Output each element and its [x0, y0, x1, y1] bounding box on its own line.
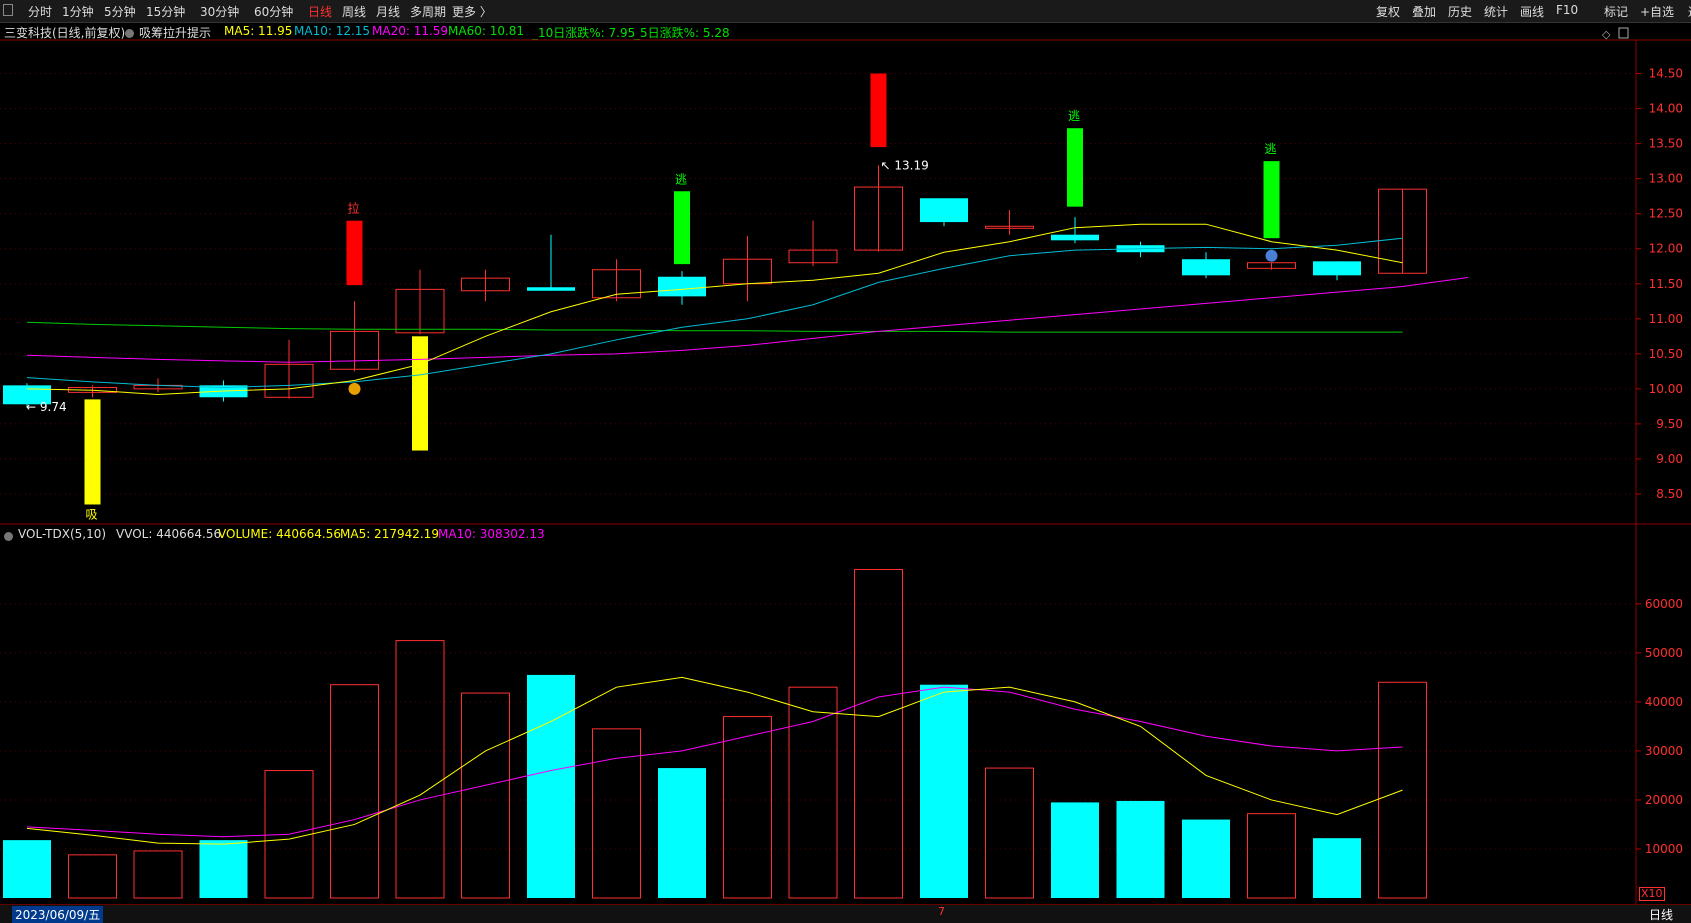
candle-body-down	[1051, 234, 1099, 241]
panel-scroll-icon	[1618, 27, 1629, 39]
volume-bar-down	[1313, 838, 1361, 898]
signal-label: 吸	[85, 507, 97, 521]
candle-body-down	[527, 287, 575, 291]
volume-bar-down	[920, 684, 968, 898]
bottom-bar: 2023/06/09/五 日线	[0, 904, 1691, 923]
volume-bar-up	[133, 850, 183, 899]
price-tick-label: 13.50	[1649, 137, 1683, 151]
volume-bar-down	[658, 768, 706, 898]
vol-tick-label: 40000	[1645, 695, 1683, 709]
signal-bar-pull	[346, 220, 363, 286]
low-price-label: ← 9.74	[26, 400, 67, 414]
money-bag-icon	[348, 382, 361, 395]
volume-bar-down	[3, 840, 51, 898]
vol-ma5-line	[26, 676, 1403, 845]
signal-label: 逃	[1264, 142, 1276, 156]
volume-bar-down	[199, 840, 248, 898]
face-icon	[1265, 249, 1278, 262]
candle-body-down	[1313, 261, 1361, 276]
scale-label[interactable]: X10	[1639, 887, 1665, 901]
high-price-label: ↖ 13.19	[881, 158, 929, 172]
price-tick-label: 9.00	[1656, 452, 1683, 466]
cursor-date: 2023/06/09/五	[12, 906, 104, 923]
volume-bar-up	[788, 686, 838, 899]
signal-bar-escape	[674, 191, 690, 265]
volume-bar-up	[461, 692, 510, 899]
ma60-line	[26, 321, 1403, 333]
vol-tick-label: 50000	[1645, 646, 1683, 660]
signal-label: 逃	[1068, 109, 1080, 123]
vol-tick-label: 20000	[1645, 793, 1683, 807]
price-tick-label: 12.50	[1649, 207, 1683, 221]
volume-bar-up	[985, 767, 1034, 899]
volume-bar-down	[1182, 819, 1230, 898]
volume-bar-up	[68, 854, 117, 899]
signal-bar-buy	[84, 399, 101, 505]
price-tick-label: 11.50	[1649, 277, 1683, 291]
volume-bar-up	[330, 684, 379, 899]
price-tick-label: 14.50	[1649, 67, 1683, 81]
volume-bar-down	[1116, 800, 1165, 898]
signal-label: 拉	[347, 201, 359, 216]
price-tick-label: 10.00	[1649, 382, 1683, 396]
volume-bar-up	[1247, 813, 1296, 899]
volume-bar-up	[395, 640, 445, 899]
price-tick-label: 8.50	[1656, 487, 1683, 501]
vol-tick-label: 30000	[1645, 744, 1683, 758]
candle-body-down	[920, 198, 968, 223]
diamond-icon: ◇	[1602, 28, 1611, 41]
volume-bar-up	[592, 728, 641, 899]
price-tick-label: 11.00	[1649, 312, 1683, 326]
price-tick-label: 14.00	[1649, 102, 1683, 116]
chart-canvas[interactable]: 8.50 9.00 9.50 10.00 10.50 11.00 11.50 12.00 12.…	[0, 0, 1691, 922]
period-label[interactable]: 日线	[1649, 906, 1673, 923]
signal-bar-escape	[1263, 161, 1280, 239]
vol-tick-label: 60000	[1645, 597, 1683, 611]
price-tick-label: 10.50	[1649, 347, 1683, 361]
price-tick-label: 13.00	[1649, 172, 1683, 186]
price-tick-label: 12.00	[1649, 242, 1683, 256]
signal-bar-pull	[870, 73, 887, 148]
ma5-line	[26, 223, 1403, 395]
volume-bar-down	[527, 674, 575, 898]
signal-label: 逃	[675, 172, 687, 186]
price-tick-label: 9.50	[1656, 417, 1683, 431]
signal-bar-buy	[412, 336, 428, 451]
volume-bar-up	[723, 716, 772, 899]
vol-ma10-line	[26, 686, 1403, 838]
candle-body-down	[1182, 259, 1230, 276]
vol-tick-label: 10000	[1645, 842, 1683, 856]
month-marker: 7	[938, 905, 945, 918]
volume-bar-down	[1051, 802, 1099, 898]
candle-body-down	[658, 276, 706, 297]
signal-bar-escape	[1067, 128, 1083, 207]
